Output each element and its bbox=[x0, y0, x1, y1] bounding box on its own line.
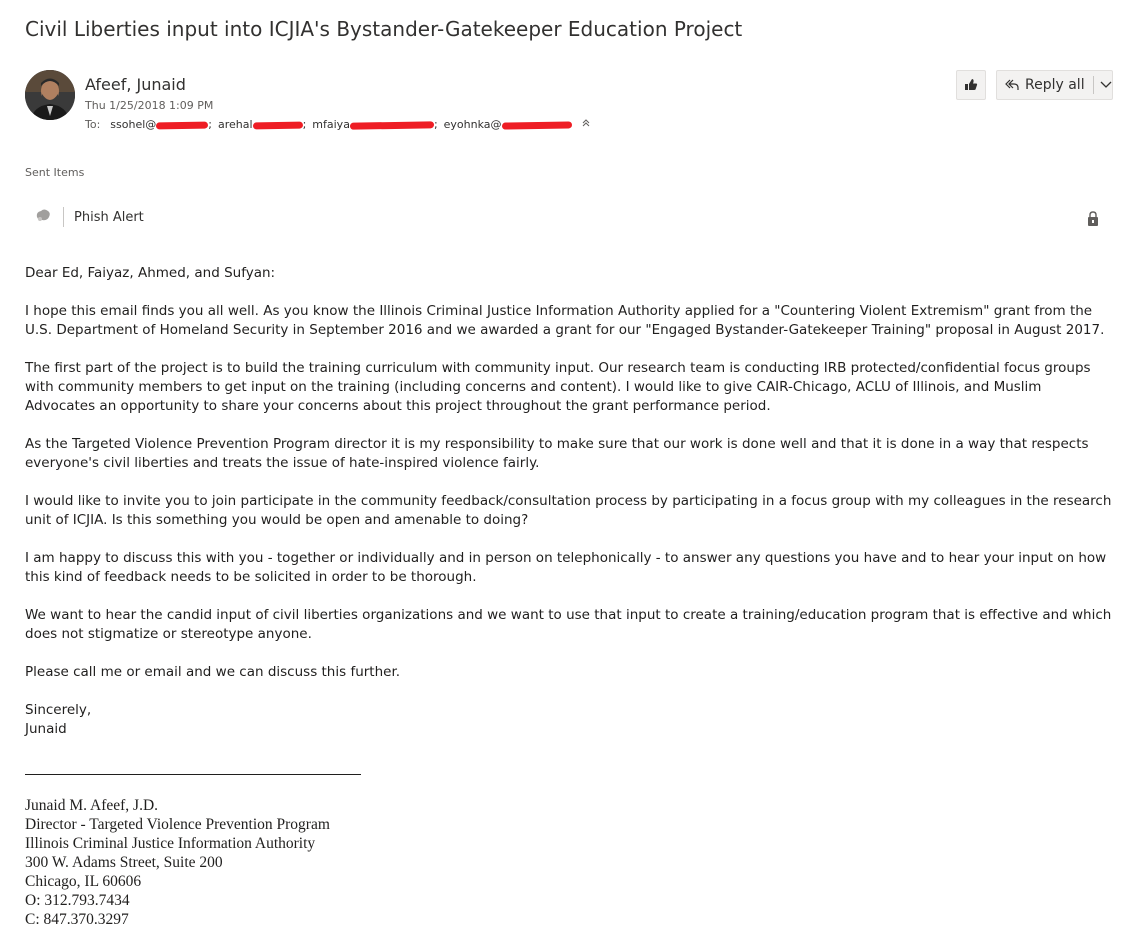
greeting: Dear Ed, Faiyaz, Ahmed, and Sufyan: bbox=[25, 265, 276, 281]
button-divider bbox=[1092, 76, 1094, 94]
to-label: To: bbox=[85, 118, 101, 131]
cell-phone[interactable]: C: 847.370.3297 bbox=[25, 910, 330, 929]
closing: Sincerely, bbox=[25, 702, 92, 718]
paragraph: Please call me or email and we can discu… bbox=[25, 664, 401, 680]
signature-line: 300 W. Adams Street, Suite 200 bbox=[25, 854, 223, 871]
paragraph: I am happy to discuss this with you - to… bbox=[25, 550, 1107, 585]
email-body: Dear Ed, Faiyaz, Ahmed, and Sufyan: I ho… bbox=[25, 264, 1115, 739]
recipient-4[interactable]: eyohnka@ bbox=[444, 118, 572, 131]
chevron-down-icon[interactable] bbox=[1100, 81, 1112, 89]
sender-avatar[interactable] bbox=[25, 70, 75, 120]
sign-name: Junaid bbox=[25, 721, 67, 737]
thumbs-up-icon bbox=[964, 76, 978, 95]
sender-name[interactable]: Afeef, Junaid bbox=[85, 75, 186, 94]
paragraph: We want to hear the candid input of civi… bbox=[25, 607, 1112, 642]
signature-block: Junaid M. Afeef, J.D. Director - Targete… bbox=[25, 796, 330, 929]
redaction-mark bbox=[156, 121, 209, 129]
paragraph: As the Targeted Violence Prevention Prog… bbox=[25, 436, 1089, 471]
expand-recipients-icon[interactable] bbox=[582, 118, 590, 131]
paragraph: I would like to invite you to join parti… bbox=[25, 493, 1112, 528]
reply-all-label: Reply all bbox=[1025, 77, 1085, 93]
folder-label[interactable]: Sent Items bbox=[25, 166, 84, 179]
phish-alert-icon bbox=[35, 208, 51, 226]
recipient-3[interactable]: mfaiya; bbox=[312, 118, 437, 131]
office-phone[interactable]: O: 312.793.7434 bbox=[25, 891, 330, 910]
reply-all-icon bbox=[1005, 78, 1019, 92]
paragraph: The first part of the project is to buil… bbox=[25, 360, 1091, 414]
phish-divider bbox=[63, 207, 64, 227]
recipient-2-text: arehal bbox=[218, 118, 253, 131]
phish-alert-bar[interactable]: Phish Alert bbox=[35, 207, 144, 227]
reply-all-button[interactable]: Reply all bbox=[996, 70, 1113, 100]
paragraph: I hope this email finds you all well. As… bbox=[25, 303, 1105, 338]
signature-line: Junaid M. Afeef, J.D. bbox=[25, 797, 159, 814]
signature-line: Illinois Criminal Justice Information Au… bbox=[25, 835, 316, 852]
signature-line: Director - Targeted Violence Prevention … bbox=[25, 816, 330, 833]
recipient-3-text: mfaiya bbox=[312, 118, 350, 131]
recipient-1[interactable]: ssohel@; bbox=[110, 118, 212, 131]
recipient-2[interactable]: arehal; bbox=[218, 118, 306, 131]
signature-divider bbox=[25, 774, 361, 775]
like-button[interactable] bbox=[956, 70, 986, 100]
recipient-1-text: ssohel@ bbox=[110, 118, 157, 131]
sent-date: Thu 1/25/2018 1:09 PM bbox=[85, 99, 214, 112]
recipient-4-text: eyohnka@ bbox=[443, 118, 502, 131]
recipients-row: To: ssohel@; arehal; mfaiya; eyohnka@ bbox=[85, 118, 590, 131]
avatar-photo bbox=[25, 70, 75, 120]
signature-line: Chicago, IL 60606 bbox=[25, 873, 142, 890]
redaction-mark bbox=[349, 120, 434, 130]
phish-alert-label: Phish Alert bbox=[74, 209, 144, 225]
redaction-mark bbox=[501, 120, 572, 130]
lock-icon[interactable] bbox=[1086, 211, 1100, 231]
redaction-mark bbox=[252, 121, 303, 129]
email-subject: Civil Liberties input into ICJIA's Bysta… bbox=[25, 17, 743, 41]
